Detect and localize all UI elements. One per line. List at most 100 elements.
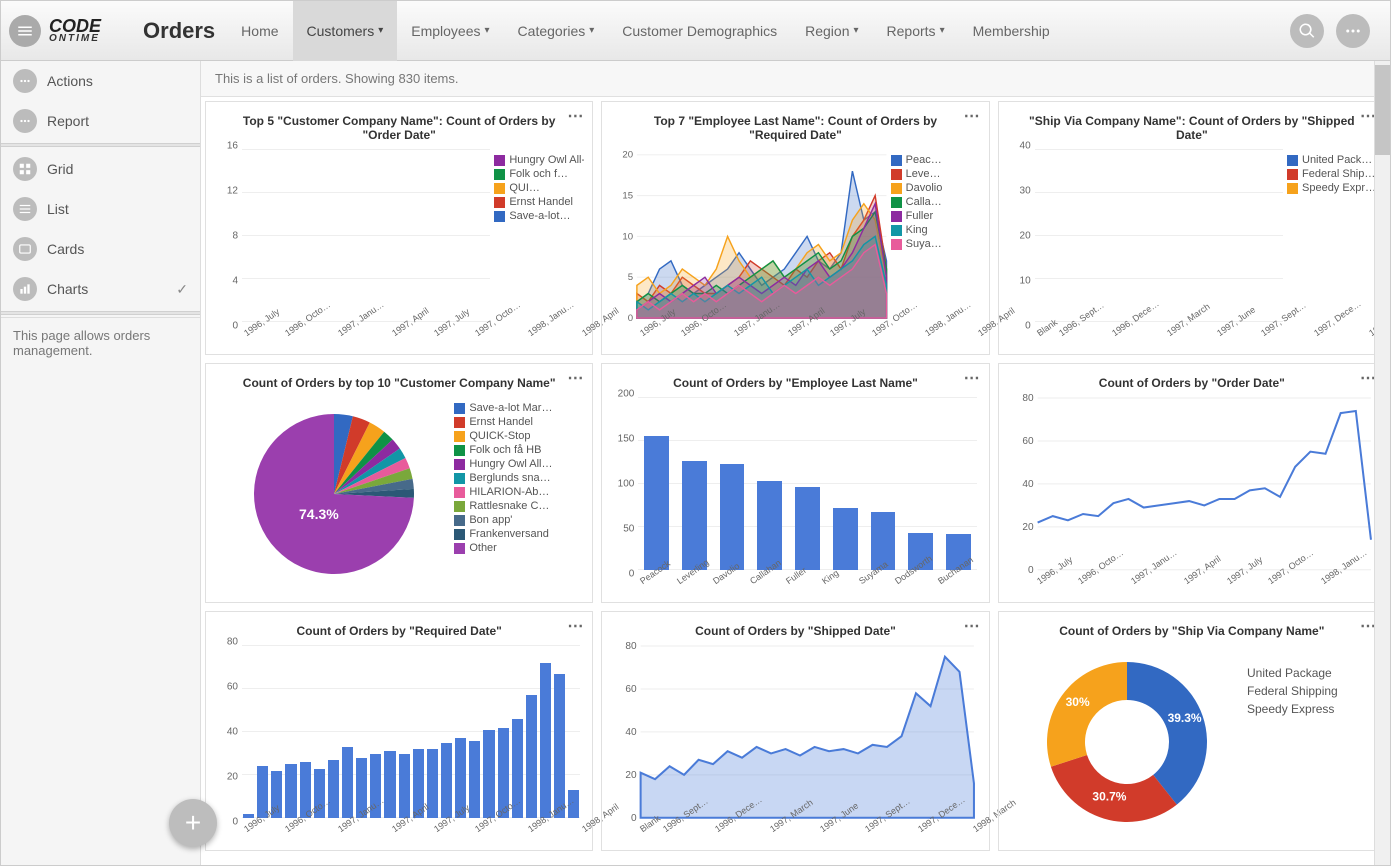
legend-item[interactable]: Federal Shipping <box>1247 684 1377 698</box>
legend-item[interactable]: Save-a-lot Mar… <box>454 402 584 414</box>
vertical-scrollbar[interactable] <box>1374 61 1390 865</box>
bar[interactable] <box>682 461 707 570</box>
app-logo: CODE ONTIME <box>49 18 101 43</box>
legend-item[interactable]: Davolio <box>891 182 981 194</box>
nav-home[interactable]: Home <box>227 1 292 61</box>
legend-item[interactable]: Calla… <box>891 196 981 208</box>
sidebar-item-cards[interactable]: Cards <box>1 229 200 269</box>
legend-item[interactable]: Leve… <box>891 168 981 180</box>
bar[interactable] <box>644 436 669 570</box>
bar[interactable] <box>399 754 410 819</box>
check-icon: ✓ <box>176 281 188 298</box>
legend-item[interactable]: King <box>891 224 981 236</box>
add-button[interactable]: + <box>169 799 217 847</box>
card-menu-button[interactable]: ⋯ <box>567 106 584 126</box>
sidebar-item-actions[interactable]: Actions <box>1 61 200 101</box>
svg-text:80: 80 <box>1022 394 1034 404</box>
bar[interactable] <box>285 764 296 818</box>
scrollbar-thumb[interactable] <box>1375 65 1390 155</box>
sidebar-item-report[interactable]: Report <box>1 101 200 141</box>
charts-grid: ⋯Top 5 "Customer Company Name": Count of… <box>201 97 1390 863</box>
legend-item[interactable]: Folk och få HB <box>454 444 584 456</box>
bar[interactable] <box>441 743 452 818</box>
legend-item[interactable]: Rattlesnake C… <box>454 500 584 512</box>
bar[interactable] <box>469 741 480 818</box>
y-tick: 8 <box>232 231 238 242</box>
legend-item[interactable]: Peac… <box>891 154 981 166</box>
sidebar-item-list[interactable]: List <box>1 189 200 229</box>
y-tick: 30 <box>1020 186 1031 197</box>
bar[interactable] <box>720 464 745 570</box>
slice-label: 30% <box>1065 695 1089 709</box>
card-menu-button[interactable]: ⋯ <box>567 616 584 636</box>
legend-item[interactable]: Speedy Express <box>1247 702 1377 716</box>
bar[interactable] <box>540 663 551 818</box>
bar[interactable] <box>483 730 494 818</box>
legend-item[interactable]: United Package <box>1247 666 1377 680</box>
grid-icon <box>13 157 37 181</box>
legend-item[interactable]: Berglunds sna… <box>454 472 584 484</box>
svg-text:80: 80 <box>626 642 638 652</box>
nav-customer-demographics[interactable]: Customer Demographics <box>608 1 791 61</box>
bar[interactable] <box>757 481 782 570</box>
bar[interactable] <box>795 487 820 570</box>
bar[interactable] <box>342 747 353 818</box>
legend-item[interactable]: HILARION-Ab… <box>454 486 584 498</box>
bar[interactable] <box>554 674 565 818</box>
nav-customers[interactable]: Customers▾ <box>293 1 398 61</box>
caret-icon: ▾ <box>589 25 594 36</box>
card-menu-button[interactable]: ⋯ <box>964 368 981 388</box>
legend-item[interactable]: Ernst Handel <box>454 416 584 428</box>
nav-reports[interactable]: Reports ▾ <box>873 1 959 61</box>
legend-item[interactable]: Frankenversand <box>454 528 584 540</box>
nav-label: Employees <box>411 23 480 39</box>
legend-item[interactable]: Folk och f… <box>494 168 584 180</box>
legend-item[interactable]: Bon app' <box>454 514 584 526</box>
logo-text-bottom: ONTIME <box>49 34 101 43</box>
svg-text:5: 5 <box>628 272 633 283</box>
legend-item[interactable]: Hungry Owl All… <box>454 458 584 470</box>
nav-region[interactable]: Region▾ <box>791 1 872 61</box>
area-series[interactable] <box>641 657 974 818</box>
menu-button[interactable] <box>9 15 41 47</box>
legend-item[interactable]: Other <box>454 542 584 554</box>
legend-item[interactable]: QUI… <box>494 182 584 194</box>
nav-label: Home <box>241 23 278 39</box>
sidebar-item-grid[interactable]: Grid <box>1 149 200 189</box>
chart-card-pie_customer: ⋯Count of Orders by top 10 "Customer Com… <box>205 363 593 603</box>
legend-item[interactable]: Federal Ship… <box>1287 168 1377 180</box>
more-button[interactable] <box>1336 14 1370 48</box>
card-menu-button[interactable]: ⋯ <box>567 368 584 388</box>
bar[interactable] <box>526 695 537 818</box>
legend-item[interactable]: Fuller <box>891 210 981 222</box>
search-button[interactable] <box>1290 14 1324 48</box>
nav-employees[interactable]: Employees▾ <box>397 1 503 61</box>
nav-categories[interactable]: Categories▾ <box>504 1 609 61</box>
legend-item[interactable]: Suya… <box>891 238 981 250</box>
sidebar-item-charts[interactable]: Charts✓ <box>1 269 200 309</box>
legend-item[interactable]: Speedy Expr… <box>1287 182 1377 194</box>
legend-item[interactable]: United Pack… <box>1287 154 1377 166</box>
cards-icon <box>13 237 37 261</box>
line-series[interactable] <box>1037 411 1370 540</box>
chart-title: Count of Orders by "Shipped Date" <box>610 620 980 642</box>
svg-text:15: 15 <box>623 190 634 201</box>
legend-item[interactable]: Save-a-lot… <box>494 210 584 222</box>
nav-membership[interactable]: Membership <box>959 1 1064 61</box>
nav-label: Customer Demographics <box>622 23 777 39</box>
card-menu-button[interactable]: ⋯ <box>964 616 981 636</box>
legend-item[interactable]: Ernst Handel <box>494 196 584 208</box>
card-menu-button[interactable]: ⋯ <box>964 106 981 126</box>
dots-icon <box>13 69 37 93</box>
nav-label: Reports <box>887 23 936 39</box>
chart-title: Count of Orders by top 10 "Customer Comp… <box>214 372 584 394</box>
legend-item[interactable]: Hungry Owl All-Night <box>494 154 584 166</box>
nav-label: Membership <box>973 23 1050 39</box>
y-tick: 80 <box>227 637 238 648</box>
svg-text:10: 10 <box>623 231 634 242</box>
caret-icon: ▾ <box>940 25 945 36</box>
legend-item[interactable]: QUICK-Stop <box>454 430 584 442</box>
y-tick: 150 <box>618 434 635 445</box>
pie-slice[interactable] <box>1047 662 1127 767</box>
chart-title: "Ship Via Company Name": Count of Orders… <box>1007 110 1377 146</box>
